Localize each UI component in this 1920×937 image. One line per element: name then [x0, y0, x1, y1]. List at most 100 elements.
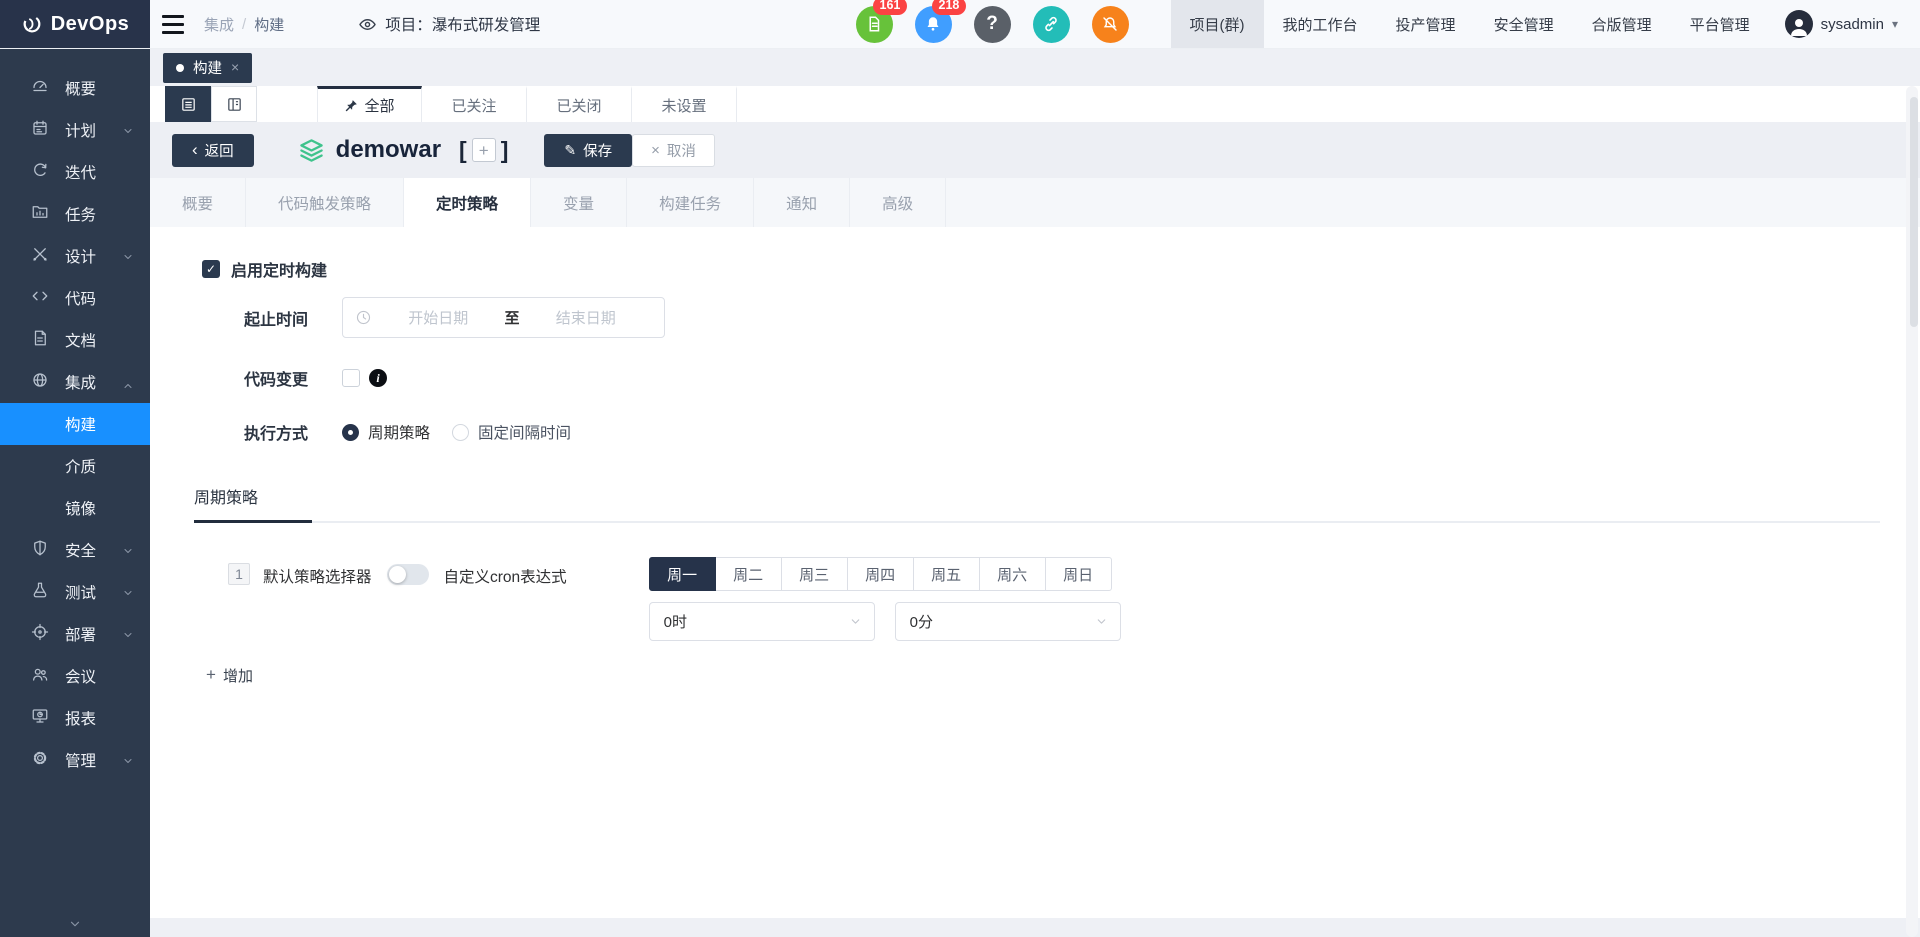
mute-icon[interactable]: [1091, 5, 1129, 43]
tab-unset[interactable]: 未设置: [632, 86, 737, 122]
bracket-right: ]: [500, 136, 509, 163]
radio-fixed-interval-label[interactable]: 固定间隔时间: [478, 421, 571, 443]
sidebar-item-image[interactable]: 镜像: [0, 487, 150, 529]
tab-notification[interactable]: 通知: [754, 178, 851, 227]
layers-icon: [298, 137, 325, 164]
sidebar-scroll-down-icon[interactable]: [0, 917, 150, 931]
hour-select[interactable]: 0时: [648, 602, 875, 641]
eye-icon: [358, 15, 377, 34]
document-icon[interactable]: 161: [855, 0, 908, 43]
link-icon[interactable]: [1032, 5, 1070, 43]
day-sunday-button[interactable]: 周日: [1044, 557, 1112, 591]
chevron-down-icon: [122, 586, 134, 604]
save-button[interactable]: 保存: [544, 133, 633, 167]
topnav-platform[interactable]: 平台管理: [1671, 0, 1769, 48]
window-tab-build[interactable]: 构建: [163, 52, 253, 83]
default-policy-selector-label: 默认策略选择器: [263, 569, 372, 586]
breadcrumb: 集成 / 构建: [204, 0, 284, 48]
date-range-input[interactable]: 开始日期 至 结束日期: [342, 297, 665, 338]
chevron-down-icon: [122, 628, 134, 646]
scrollbar-thumb[interactable]: [1910, 97, 1918, 327]
tag-brackets: [ ]: [459, 138, 508, 162]
sidebar-item-meeting[interactable]: 会议: [0, 655, 150, 697]
pencil-icon: [564, 142, 576, 159]
topnav: 项目(群) 我的工作台 投产管理 安全管理 合版管理 平台管理: [1170, 0, 1769, 48]
section-underline: [194, 520, 1880, 523]
day-friday-button[interactable]: 周五: [912, 557, 980, 591]
build-panel: 全部 已关注 已关闭 未设置 返回: [150, 86, 1920, 918]
chevron-down-icon: [122, 754, 134, 772]
exec-mode-label: 执行方式: [244, 426, 309, 443]
sidebar-item-integration[interactable]: 集成: [0, 361, 150, 403]
sidebar-item-iteration[interactable]: 迭代: [0, 151, 150, 193]
hamburger-menu-icon[interactable]: [150, 0, 196, 48]
tab-all[interactable]: 全部: [317, 86, 422, 122]
user-menu[interactable]: sysadmin: [1769, 0, 1920, 48]
tab-followed[interactable]: 已关注: [422, 86, 527, 122]
topnav-projects[interactable]: 项目(群): [1170, 0, 1264, 48]
tab-build-tasks[interactable]: 构建任务: [627, 178, 755, 227]
tab-closed[interactable]: 已关闭: [527, 86, 632, 122]
bracket-left: [: [459, 136, 467, 163]
sidebar-item-task[interactable]: 任务: [0, 193, 150, 235]
tab-summary[interactable]: 概要: [150, 178, 247, 227]
day-saturday-button[interactable]: 周六: [978, 557, 1046, 591]
day-tuesday-button[interactable]: 周二: [714, 557, 782, 591]
close-icon[interactable]: [231, 59, 239, 77]
weekday-button-group: 周一 周二 周三 周四 周五 周六 周日: [648, 557, 1121, 591]
tab-schedule-policy[interactable]: 定时策略: [404, 178, 532, 227]
add-tag-button[interactable]: [471, 138, 496, 162]
topnav-version[interactable]: 合版管理: [1573, 0, 1671, 48]
radio-fixed-interval[interactable]: [452, 423, 470, 441]
add-policy-button[interactable]: 增加: [206, 665, 253, 686]
sidebar-item-code[interactable]: 代码: [0, 277, 150, 319]
sidebar: 概要 计划 迭代 任务 设计 代码 文档 集成 构建 介质 镜像 安全 测试 部…: [0, 49, 150, 937]
window-tabstrip: 构建: [150, 49, 1920, 86]
sidebar-item-test[interactable]: 测试: [0, 571, 150, 613]
enable-timed-build-checkbox[interactable]: [202, 260, 220, 278]
minute-select[interactable]: 0分: [894, 602, 1121, 641]
cycle-policy-section-title: 周期策略: [194, 490, 259, 507]
sidebar-item-overview[interactable]: 概要: [0, 67, 150, 109]
sidebar-item-docs[interactable]: 文档: [0, 319, 150, 361]
active-dot-icon: [176, 63, 184, 72]
back-button[interactable]: 返回: [172, 133, 254, 167]
dashboard-icon: [31, 77, 49, 100]
sidebar-item-artifact[interactable]: 介质: [0, 445, 150, 487]
info-icon[interactable]: [369, 369, 387, 387]
sidebar-item-build[interactable]: 构建: [0, 403, 150, 445]
design-icon: [31, 245, 49, 268]
tab-advanced[interactable]: 高级: [850, 178, 947, 227]
day-monday-button[interactable]: 周一: [648, 557, 716, 591]
cron-toggle[interactable]: [386, 564, 429, 585]
task-icon: [31, 203, 49, 226]
code-change-checkbox[interactable]: [342, 369, 360, 387]
project-selector[interactable]: 项目：瀑布式研发管理: [358, 0, 540, 48]
sidebar-item-report[interactable]: 报表: [0, 697, 150, 739]
breadcrumb-separator: /: [242, 15, 247, 33]
custom-cron-label: 自定义cron表达式: [443, 569, 567, 586]
topnav-production[interactable]: 投产管理: [1377, 0, 1475, 48]
topnav-workbench[interactable]: 我的工作台: [1264, 0, 1377, 48]
chevron-up-icon: [122, 375, 134, 393]
cancel-button[interactable]: 取消: [632, 133, 715, 167]
tab-variables[interactable]: 变量: [531, 178, 628, 227]
enable-timed-build-label: 启用定时构建: [231, 263, 328, 280]
card-view-button[interactable]: [211, 86, 257, 122]
topnav-security[interactable]: 安全管理: [1475, 0, 1573, 48]
radio-cycle-policy-label[interactable]: 周期策略: [368, 421, 430, 443]
radio-cycle-policy[interactable]: [342, 423, 359, 441]
day-wednesday-button[interactable]: 周三: [780, 557, 848, 591]
breadcrumb-section[interactable]: 集成: [204, 14, 234, 35]
sidebar-item-security[interactable]: 安全: [0, 529, 150, 571]
list-view-button[interactable]: [165, 86, 211, 122]
help-icon[interactable]: [973, 5, 1011, 43]
sidebar-item-deploy[interactable]: 部署: [0, 613, 150, 655]
day-thursday-button[interactable]: 周四: [846, 557, 914, 591]
bell-icon[interactable]: 218: [914, 0, 967, 43]
tab-code-trigger[interactable]: 代码触发策略: [246, 178, 405, 227]
sidebar-item-plan[interactable]: 计划: [0, 109, 150, 151]
sidebar-item-design[interactable]: 设计: [0, 235, 150, 277]
breadcrumb-current[interactable]: 构建: [254, 14, 284, 35]
sidebar-item-manage[interactable]: 管理: [0, 739, 150, 781]
